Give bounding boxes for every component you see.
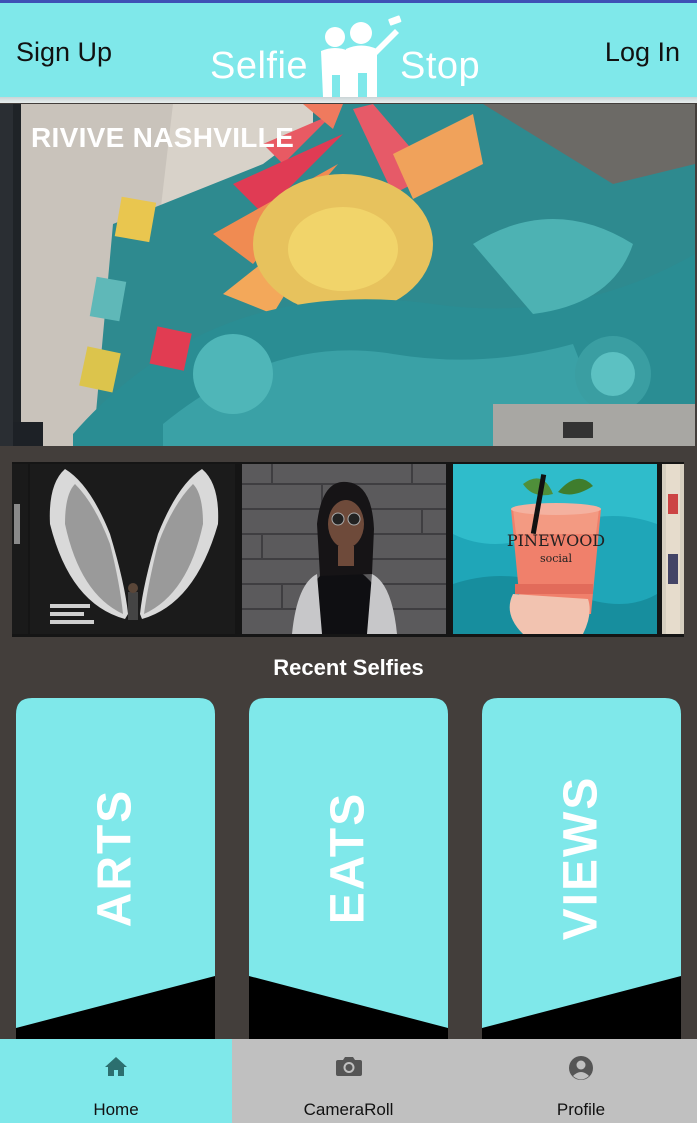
selfie-people-icon: [321, 15, 402, 97]
cup-print-social: social: [540, 552, 573, 565]
gallery-item-partial-right[interactable]: [662, 464, 684, 634]
app-header: Sign Up Selfie Stop Log In: [0, 3, 697, 98]
sign-up-link[interactable]: Sign Up: [16, 37, 112, 68]
tab-label-profile: Profile: [556, 1100, 606, 1119]
photo-gallery-carousel[interactable]: PINEWOOD social: [12, 462, 684, 637]
tab-profile[interactable]: Profile: [465, 1039, 697, 1123]
logo-word-selfie: Selfie: [210, 45, 309, 87]
header-shadow: [0, 97, 697, 103]
tab-camera-roll[interactable]: CameraRoll: [232, 1039, 465, 1123]
mural-image: [13, 104, 695, 446]
bottom-tab-bar: Home CameraRoll Profile: [0, 1039, 697, 1123]
recent-selfies-heading: Recent Selfies: [273, 655, 424, 680]
hero-title: RIVIVE NASHVILLE: [31, 122, 295, 153]
featured-mural-banner[interactable]: RIVIVE NASHVILLE: [13, 104, 695, 446]
profile-icon: [569, 1056, 593, 1080]
category-card-views[interactable]: VIEWS: [482, 698, 681, 1043]
tab-label-home: Home: [93, 1100, 139, 1119]
gallery-item-brick-portrait[interactable]: [242, 464, 446, 634]
category-card-arts[interactable]: ARTS: [16, 698, 215, 1043]
category-card-eats[interactable]: EATS: [249, 698, 448, 1043]
tab-home[interactable]: Home: [0, 1039, 232, 1123]
gallery-item-wings-mural[interactable]: [30, 464, 235, 634]
tab-label-camera-roll: CameraRoll: [303, 1100, 394, 1119]
logo-word-stop: Stop: [400, 45, 481, 87]
category-label-views: VIEWS: [554, 775, 608, 941]
camera-icon: [335, 1057, 362, 1076]
category-label-arts: ARTS: [88, 788, 142, 928]
cup-print-pinewood: PINEWOOD: [507, 531, 605, 550]
category-label-eats: EATS: [321, 791, 375, 925]
selfie-stop-logo[interactable]: Selfie Stop: [208, 13, 483, 101]
log-in-link[interactable]: Log In: [605, 37, 680, 68]
gallery-item-pinewood-drink[interactable]: PINEWOOD social: [453, 464, 657, 634]
home-icon: [105, 1057, 127, 1076]
gallery-partial-left[interactable]: [12, 464, 28, 634]
hero-edge: [0, 104, 13, 446]
